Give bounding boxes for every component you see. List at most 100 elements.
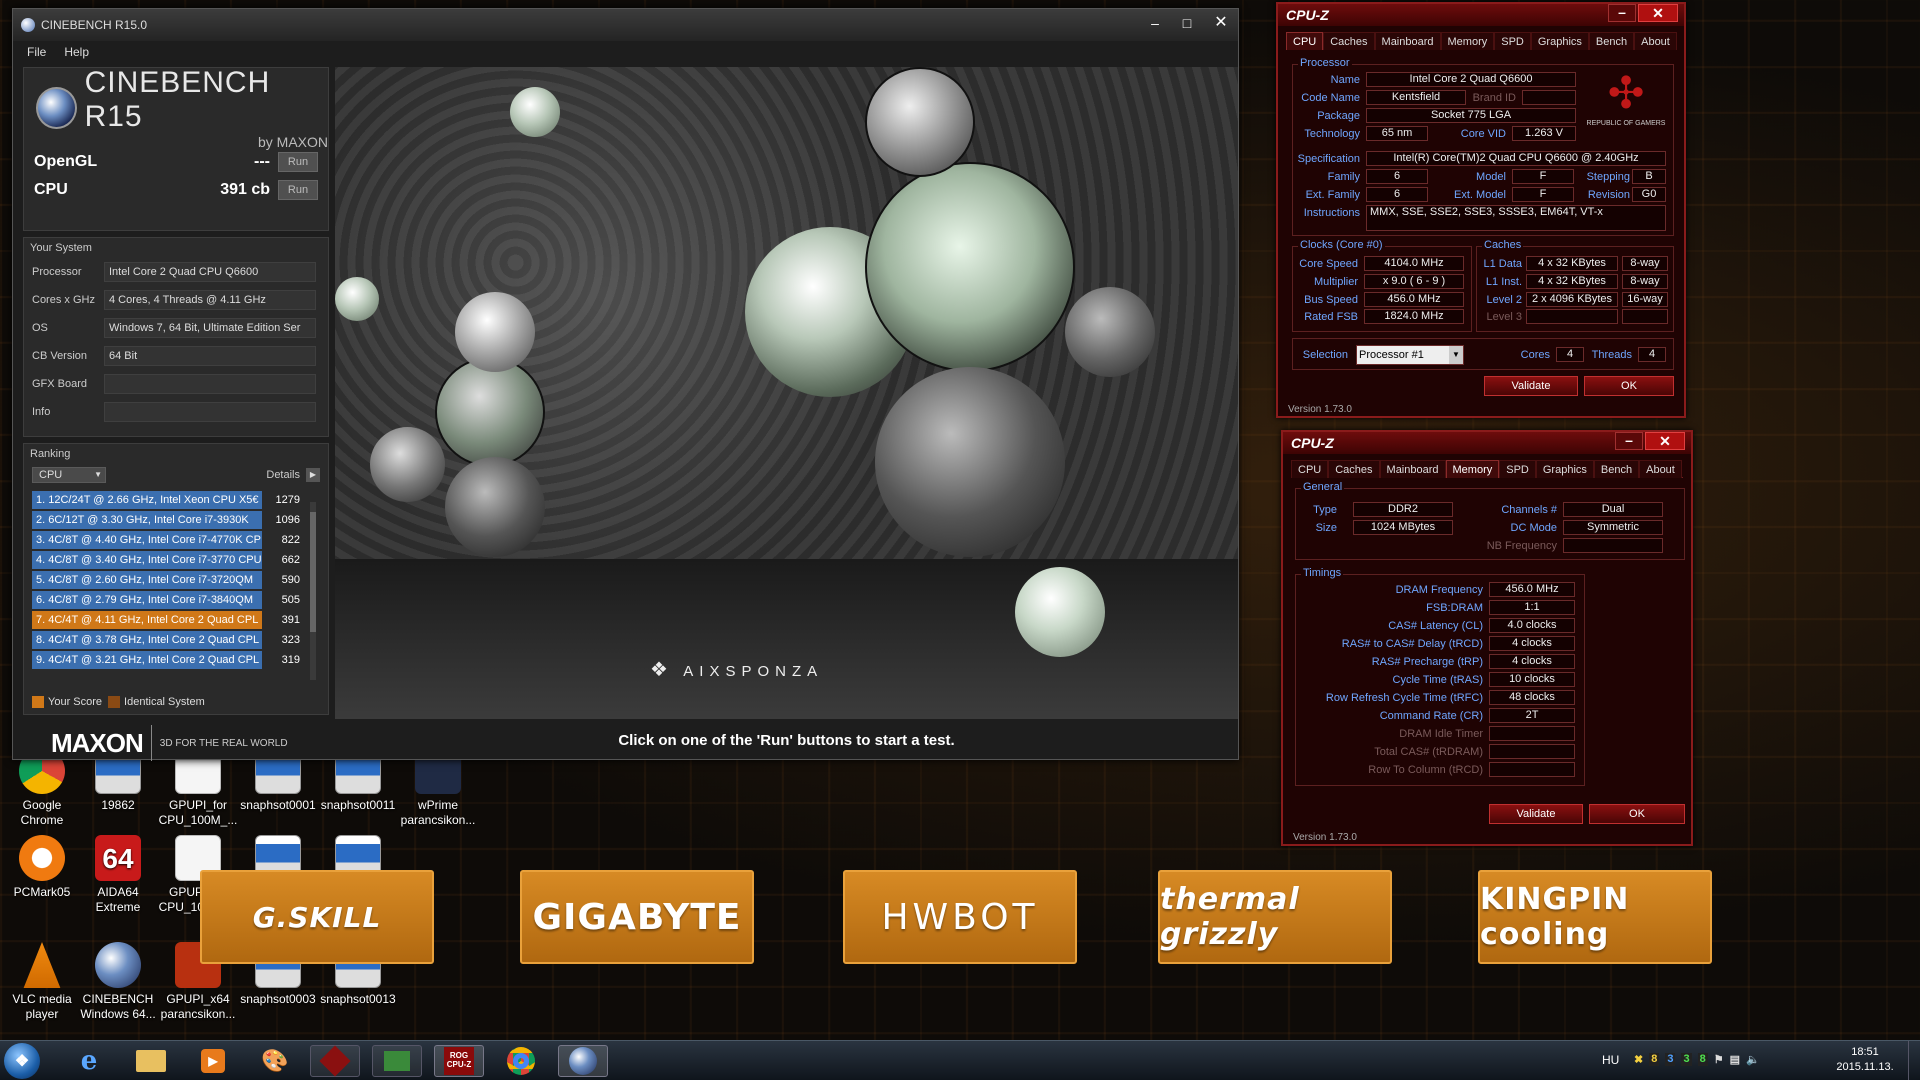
maximize-button[interactable]: □	[1173, 13, 1201, 33]
close-button[interactable]: ✕	[1638, 4, 1678, 22]
timing-row: Row Refresh Cycle Time (tRFC) 48 clocks	[1297, 690, 1583, 708]
close-button[interactable]: ✕	[1207, 13, 1235, 33]
tab-cpu[interactable]: CPU	[1286, 32, 1324, 50]
tab-caches[interactable]: Caches	[1323, 32, 1375, 50]
desktop-icon[interactable]: CINEBENCH Windows 64...	[78, 942, 158, 1022]
cpuz-titlebar[interactable]: CPU-Z – ✕	[1278, 4, 1684, 26]
start-button[interactable]: ❖	[4, 1043, 40, 1079]
tray-monitor-4[interactable]: 8	[1697, 1053, 1708, 1066]
tray-network-icon[interactable]: ▤	[1730, 1053, 1740, 1066]
windows-logo-icon: ❖	[14, 1053, 30, 1070]
menu-help[interactable]: Help	[64, 45, 89, 59]
cpuz-titlebar[interactable]: CPU-Z – ✕	[1283, 432, 1691, 454]
cpuz-task-icon[interactable]: ROG CPU-Z	[434, 1045, 484, 1077]
close-button[interactable]: ✕	[1645, 432, 1685, 450]
tab-graphics[interactable]: Graphics	[1530, 32, 1589, 50]
tray-arrow-icon[interactable]: ✖	[1634, 1053, 1643, 1066]
explorer-icon[interactable]	[126, 1045, 176, 1077]
tray-flag-icon[interactable]: ⚑	[1714, 1053, 1724, 1066]
app-green-icon[interactable]	[372, 1045, 422, 1077]
ok-button[interactable]: OK	[1589, 804, 1685, 824]
tab-memory[interactable]: Memory	[1440, 32, 1495, 50]
ranking-row[interactable]: 5. 4C/8T @ 2.60 GHz, Intel Core i7-3720Q…	[32, 570, 328, 590]
cinebench-window: CINEBENCH R15.0 – □ ✕ File Help CINEBENC…	[12, 8, 1239, 761]
tray-monitor-1[interactable]: 8	[1649, 1053, 1660, 1066]
minimize-button[interactable]: –	[1141, 13, 1169, 33]
system-row-value: 64 Bit	[104, 346, 316, 366]
system-row-label: Info	[32, 406, 51, 418]
clock[interactable]: 18:51 2015.11.13.	[1830, 1045, 1900, 1075]
tab-cpu[interactable]: CPU	[1291, 460, 1329, 478]
scrollbar-thumb[interactable]	[310, 512, 316, 632]
tab-mainboard[interactable]: Mainboard	[1374, 32, 1441, 50]
ranking-row[interactable]: 1. 12C/24T @ 2.66 GHz, Intel Xeon CPU X5…	[32, 490, 328, 510]
minimize-button[interactable]: –	[1608, 4, 1636, 22]
ranking-row[interactable]: 3. 4C/8T @ 4.40 GHz, Intel Core i7-4770K…	[32, 530, 328, 550]
tab-memory[interactable]: Memory	[1445, 460, 1500, 478]
timing-value: 4.0 clocks	[1489, 618, 1575, 633]
desktop-icon[interactable]: wPrime parancsikon...	[398, 748, 478, 828]
desktop-icon[interactable]: VLC media player	[2, 942, 82, 1022]
clock-date: 2015.11.13.	[1836, 1061, 1894, 1073]
tab-bench[interactable]: Bench	[1593, 460, 1640, 478]
paint-icon[interactable]: 🎨	[250, 1045, 300, 1077]
language-indicator[interactable]: HU	[1602, 1053, 1619, 1067]
family-label: Family	[1327, 171, 1360, 183]
minimize-button[interactable]: –	[1615, 432, 1643, 450]
technology-value: 65 nm	[1366, 126, 1428, 141]
ranking-entry-label: 1. 12C/24T @ 2.66 GHz, Intel Xeon CPU X5…	[32, 491, 262, 509]
tray-monitor-3[interactable]: 3	[1681, 1053, 1692, 1066]
opengl-score: ---	[254, 153, 270, 170]
ie-icon[interactable]: e	[64, 1045, 114, 1077]
desktop-icon[interactable]: PCMark05	[2, 835, 82, 900]
processor-select[interactable]: Processor #1 ▼	[1356, 345, 1464, 365]
ranking-scrollbar[interactable]	[310, 502, 316, 680]
tab-spd[interactable]: SPD	[1499, 460, 1536, 478]
ranking-entry-label: 6. 4C/8T @ 2.79 GHz, Intel Core i7-3840Q…	[32, 591, 262, 609]
ranking-entry-label: 3. 4C/8T @ 4.40 GHz, Intel Core i7-4770K…	[32, 531, 262, 549]
cinebench-task-icon[interactable]	[558, 1045, 608, 1077]
ranking-row[interactable]: 2. 6C/12T @ 3.30 GHz, Intel Core i7-3930…	[32, 510, 328, 530]
bus-speed-label: Bus Speed	[1304, 294, 1358, 306]
validate-button[interactable]: Validate	[1484, 376, 1578, 396]
ranking-row[interactable]: 9. 4C/4T @ 3.21 GHz, Intel Core 2 Quad C…	[32, 650, 328, 670]
cinebench-titlebar[interactable]: CINEBENCH R15.0 – □ ✕	[13, 9, 1238, 41]
cpu-run-button[interactable]: Run	[278, 180, 318, 200]
tray-monitor-2[interactable]: 3	[1665, 1053, 1676, 1066]
tab-bench[interactable]: Bench	[1588, 32, 1635, 50]
ranking-row[interactable]: 7. 4C/4T @ 4.11 GHz, Intel Core 2 Quad C…	[32, 610, 328, 630]
details-toggle-button[interactable]: ▶	[306, 468, 320, 482]
ranking-legend: Your Score Identical System	[32, 696, 205, 708]
app-red-icon[interactable]	[310, 1045, 360, 1077]
media-player-icon[interactable]: ▶	[188, 1045, 238, 1077]
ranking-category-select[interactable]: CPU ▼	[32, 467, 106, 483]
tab-caches[interactable]: Caches	[1328, 460, 1380, 478]
tab-graphics[interactable]: Graphics	[1535, 460, 1594, 478]
timing-value: 10 clocks	[1489, 672, 1575, 687]
ranking-row[interactable]: 6. 4C/8T @ 2.79 GHz, Intel Core i7-3840Q…	[32, 590, 328, 610]
opengl-run-button[interactable]: Run	[278, 152, 318, 172]
menu-file[interactable]: File	[27, 45, 46, 59]
tab-spd[interactable]: SPD	[1494, 32, 1531, 50]
timing-value: 456.0 MHz	[1489, 582, 1575, 597]
tab-about[interactable]: About	[1634, 32, 1677, 50]
ranking-row[interactable]: 8. 4C/4T @ 3.78 GHz, Intel Core 2 Quad C…	[32, 630, 328, 650]
tab-about[interactable]: About	[1639, 460, 1682, 478]
show-desktop-button[interactable]	[1908, 1041, 1920, 1080]
chrome-task-icon[interactable]	[496, 1045, 546, 1077]
bus-speed-value: 456.0 MHz	[1364, 292, 1464, 307]
ranking-row[interactable]: 4. 4C/8T @ 3.40 GHz, Intel Core i7-3770 …	[32, 550, 328, 570]
ok-button[interactable]: OK	[1584, 376, 1674, 396]
tray-volume-icon[interactable]: 🔈	[1746, 1053, 1760, 1066]
cinebench-icon	[95, 942, 141, 988]
specification-value: Intel(R) Core(TM)2 Quad CPU Q6600 @ 2.40…	[1366, 151, 1666, 166]
sponsor-label: G.SKILL	[252, 900, 382, 934]
timing-value: 48 clocks	[1489, 690, 1575, 705]
system-row-value: Intel Core 2 Quad CPU Q6600	[104, 262, 316, 282]
system-row-label: Cores x GHz	[32, 294, 95, 306]
details-label: Details	[266, 469, 300, 481]
desktop-icon[interactable]: 64 AIDA64 Extreme	[78, 835, 158, 915]
tab-mainboard[interactable]: Mainboard	[1379, 460, 1446, 478]
ranking-entry-score: 323	[281, 634, 300, 646]
validate-button[interactable]: Validate	[1489, 804, 1583, 824]
